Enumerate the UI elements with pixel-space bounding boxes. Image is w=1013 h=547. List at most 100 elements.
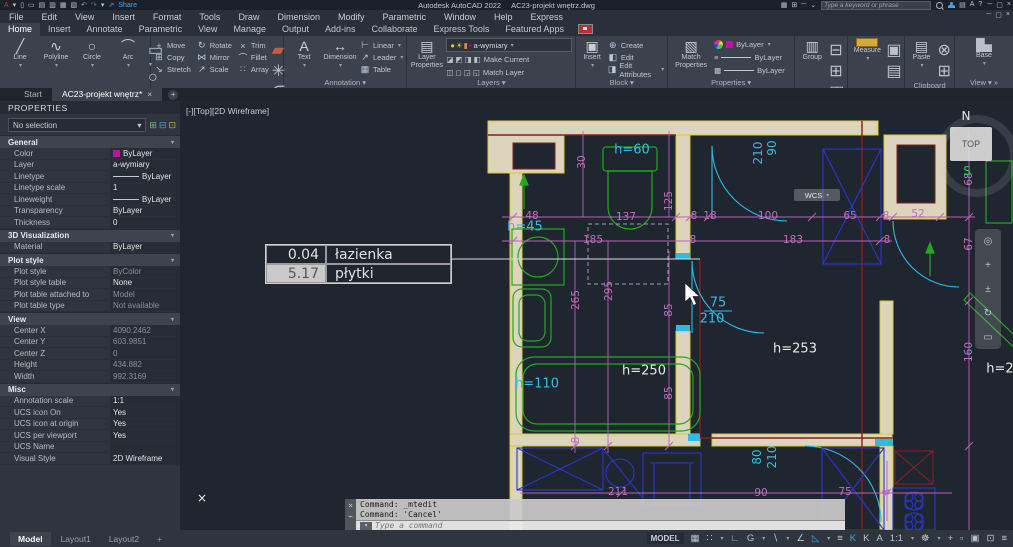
layer-unisolate-icon[interactable]: ◩ bbox=[455, 55, 462, 64]
layer-lock-tool-icon[interactable]: ◻ bbox=[455, 68, 461, 77]
polyline-button[interactable]: ∿Polyline▾ bbox=[39, 38, 73, 69]
wcs-dropdown[interactable]: WCS▾ bbox=[794, 189, 840, 201]
save-icon[interactable]: ▤ bbox=[39, 1, 46, 9]
nav-wheel-icon[interactable]: ◎ bbox=[984, 236, 993, 247]
id-point-icon[interactable]: ▣ bbox=[886, 40, 901, 60]
ribbon-tab-home[interactable]: Home bbox=[0, 23, 40, 36]
scale-value[interactable]: 1:1 bbox=[890, 533, 903, 544]
property-row[interactable]: MaterialByLayer bbox=[0, 242, 180, 254]
command-options-icon[interactable]: ▾ bbox=[360, 522, 372, 530]
redo-icon[interactable]: ↷ bbox=[91, 1, 97, 9]
isodraft-icon-caret[interactable]: ▾ bbox=[786, 535, 789, 542]
property-row[interactable]: Center Y603.9851 bbox=[0, 337, 180, 349]
save-as-icon[interactable]: ▥ bbox=[49, 1, 56, 9]
scale-button[interactable]: ↗Scale bbox=[197, 64, 232, 75]
ungroup-icon[interactable]: ⊟ bbox=[829, 40, 844, 60]
circle-button[interactable]: ○Circle▾ bbox=[75, 38, 109, 69]
edit-attributes-button[interactable]: ◨Edit Attributes▾ bbox=[608, 64, 664, 75]
table-button[interactable]: ▦Table bbox=[360, 64, 403, 75]
annotation-scale-icon[interactable]: A bbox=[876, 533, 882, 544]
command-line-window[interactable]: ×⌁ Command: _mteditCommand: 'Cancel' ▾ T… bbox=[345, 499, 845, 530]
property-row[interactable]: Plot table attached toModel bbox=[0, 289, 180, 301]
ribbon-tab-express-tools[interactable]: Express Tools bbox=[426, 23, 498, 36]
property-row[interactable]: Width992.3169 bbox=[0, 371, 180, 383]
selection-dropdown[interactable]: No selection▾ bbox=[8, 118, 146, 132]
menu-edit[interactable]: Edit bbox=[33, 12, 67, 22]
property-row[interactable]: Annotation scale1:1 bbox=[0, 396, 180, 408]
menu-format[interactable]: Format bbox=[144, 12, 191, 22]
layer-properties-button[interactable]: ▤ Layer Properties bbox=[410, 38, 443, 69]
property-row[interactable]: LineweightByLayer bbox=[0, 194, 180, 206]
match-layer-button[interactable]: ◫◻◲◱ Match Layer bbox=[446, 66, 572, 78]
property-row[interactable]: Center Z0 bbox=[0, 348, 180, 360]
property-row[interactable]: ColorByLayer bbox=[0, 148, 180, 160]
workspace-icon-caret[interactable]: ▾ bbox=[938, 535, 941, 542]
property-row[interactable]: Center X4090.2462 bbox=[0, 325, 180, 337]
menu-tools[interactable]: Tools bbox=[190, 12, 229, 22]
menu-file[interactable]: File bbox=[0, 12, 33, 22]
grid-display-icon[interactable]: ▦ bbox=[691, 533, 700, 544]
layer-isolate-icon[interactable]: ◪ bbox=[446, 55, 453, 64]
command-input[interactable]: ▾ Type a command bbox=[356, 520, 845, 530]
share-button[interactable]: Share bbox=[118, 2, 137, 9]
object-snap-icon-caret[interactable]: ▾ bbox=[827, 535, 830, 542]
select-objects-icon[interactable]: ⊟ bbox=[159, 120, 167, 131]
tab-start[interactable]: Start bbox=[14, 88, 52, 101]
language-flag-icon[interactable] bbox=[578, 24, 593, 34]
mirror-button[interactable]: ⋈Mirror bbox=[197, 52, 232, 63]
qat-customize-icon[interactable]: ▾ bbox=[101, 1, 105, 9]
layer-prev-icon[interactable]: ◲ bbox=[464, 68, 471, 77]
quick-properties-icon[interactable]: ▣ bbox=[971, 533, 980, 544]
group-button[interactable]: ▥ Group bbox=[798, 38, 826, 62]
annotation-visibility-icon[interactable]: K bbox=[850, 533, 856, 544]
linetype-dropdown[interactable]: ▩ ByLayer bbox=[714, 64, 785, 76]
qat-dropdown-icon[interactable]: ▾ bbox=[13, 1, 17, 9]
orbit-icon[interactable]: ↻ bbox=[984, 308, 992, 319]
cut-icon[interactable]: ⊗ bbox=[937, 40, 950, 60]
property-row[interactable]: Visual Style2D Wireframe bbox=[0, 453, 180, 465]
minimize-button[interactable]: ─ bbox=[986, 11, 991, 19]
menu-view[interactable]: View bbox=[66, 12, 103, 22]
plot-icon[interactable]: ▧ bbox=[71, 1, 78, 9]
collapse-icon[interactable]: ⌄ bbox=[810, 1, 816, 9]
ribbon-tab-collaborate[interactable]: Collaborate bbox=[364, 23, 426, 36]
property-row[interactable]: TransparencyByLayer bbox=[0, 206, 180, 218]
clean-screen-icon[interactable]: ⊡ bbox=[986, 533, 994, 544]
close-button[interactable]: × bbox=[1006, 11, 1010, 19]
create-block-button[interactable]: ⊕Create bbox=[608, 40, 664, 51]
annotation-panel-label[interactable]: Annotation ▾ bbox=[284, 78, 406, 88]
property-row[interactable]: Plot styleByColor bbox=[0, 266, 180, 278]
ribbon-tab-manage[interactable]: Manage bbox=[225, 23, 274, 36]
ribbon-tab-output[interactable]: Output bbox=[274, 23, 317, 36]
property-row[interactable]: Plot table typeNot available bbox=[0, 301, 180, 313]
restore-layout-icon[interactable]: ⊞ bbox=[791, 1, 797, 9]
cmd-close-icon[interactable]: × bbox=[348, 501, 353, 510]
restore-button[interactable]: ▢ bbox=[995, 11, 1002, 19]
scale-value-caret[interactable]: ▾ bbox=[911, 535, 914, 542]
property-row[interactable]: LinetypeByLayer bbox=[0, 171, 180, 183]
undo-icon[interactable]: ↶ bbox=[81, 1, 87, 9]
menu-window[interactable]: Window bbox=[435, 12, 485, 22]
ortho-icon[interactable]: ∟ bbox=[731, 533, 740, 544]
leader-button[interactable]: ↗Leader▾ bbox=[360, 52, 403, 63]
ribbon-tab-view[interactable]: View bbox=[190, 23, 225, 36]
viewcube[interactable]: TOP bbox=[932, 111, 1013, 195]
property-row[interactable]: Layera-wymiary bbox=[0, 160, 180, 172]
viewport-controls-label[interactable]: [-][Top][2D Wireframe] bbox=[186, 106, 269, 116]
autodesk-account-icon[interactable]: A bbox=[970, 1, 975, 9]
layer-color-swatch[interactable]: ▪ bbox=[469, 41, 472, 50]
object-snap-icon[interactable]: ◺ bbox=[812, 533, 819, 544]
new-file-icon[interactable]: ▯ bbox=[20, 1, 24, 9]
isodraft-icon[interactable]: ∖ bbox=[772, 533, 778, 544]
measure-button[interactable]: Measure▾ bbox=[851, 38, 883, 62]
layer-dropdown[interactable]: ●☀▮▪ a-wymiary▾ bbox=[446, 38, 572, 52]
workspace-icon[interactable]: ☸ bbox=[921, 533, 930, 544]
property-row[interactable]: Linetype scale1 bbox=[0, 183, 180, 195]
array-button[interactable]: ∷Array bbox=[238, 64, 269, 75]
text-button[interactable]: AText▾ bbox=[287, 38, 321, 69]
layer-merge-icon[interactable]: ◱ bbox=[473, 68, 480, 77]
snap-mode-icon[interactable]: ∷ bbox=[706, 533, 712, 544]
property-row[interactable]: UCS icon OnYes bbox=[0, 407, 180, 419]
cart-icon[interactable]: ▤ bbox=[959, 1, 966, 9]
model-space-label[interactable]: MODEL bbox=[647, 533, 684, 544]
